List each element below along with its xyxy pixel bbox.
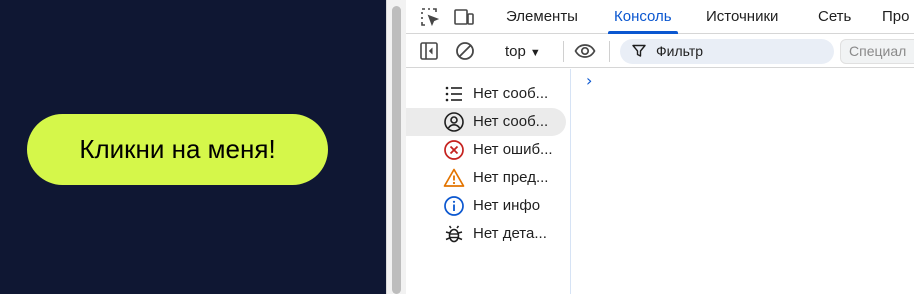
log-levels-dropdown[interactable]: Специал xyxy=(840,39,914,64)
toolbar-divider xyxy=(563,41,564,62)
user-icon xyxy=(444,112,464,132)
filter-icon xyxy=(632,44,646,57)
sidebar-item-info[interactable]: Нет инфо xyxy=(406,192,566,220)
filter-input[interactable]: Фильтр xyxy=(620,39,834,64)
filter-placeholder: Фильтр xyxy=(656,43,704,59)
sidebar-item-user-messages[interactable]: Нет сооб... xyxy=(406,108,566,136)
device-toolbar-icon[interactable] xyxy=(453,6,475,28)
context-label: top xyxy=(505,43,526,60)
sidebar-item-errors[interactable]: Нет ошиб... xyxy=(406,136,566,164)
devtools-tabbar: Элементы Консоль Источники Сеть Про xyxy=(406,0,914,34)
eye-icon[interactable] xyxy=(574,40,596,62)
sidebar-item-label: Нет сооб... xyxy=(473,113,549,130)
context-selector[interactable]: top ▼ xyxy=(505,35,541,68)
sidebar-item-label: Нет пред... xyxy=(473,169,549,186)
console-sidebar: Нет сооб... Нет сооб... Нет ошиб... Нет … xyxy=(406,69,571,294)
web-page: Кликни на меня! xyxy=(0,0,386,294)
console-toolbar: top ▼ Фильтр Специал xyxy=(406,35,914,68)
devtools-panel: Элементы Консоль Источники Сеть Про top … xyxy=(406,0,914,294)
tab-console[interactable]: Консоль xyxy=(608,0,678,34)
sidebar-item-label: Нет сооб... xyxy=(473,85,549,102)
list-icon xyxy=(445,86,462,102)
screen: Кликни на меня! Элементы Консоль Источни… xyxy=(0,0,914,294)
panel-resizer[interactable] xyxy=(386,0,406,294)
info-icon xyxy=(444,196,464,216)
sidebar-item-verbose[interactable]: Нет дета... xyxy=(406,220,566,248)
resizer-grip[interactable] xyxy=(392,6,401,294)
console-prompt[interactable]: › xyxy=(586,71,592,90)
tab-network[interactable]: Сеть xyxy=(818,0,851,34)
sidebar-item-label: Нет дета... xyxy=(473,225,547,242)
click-me-button[interactable]: Кликни на меня! xyxy=(27,114,328,185)
warning-icon xyxy=(443,168,465,187)
sidebar-item-label: Нет инфо xyxy=(473,197,541,214)
toolbar-divider xyxy=(609,41,610,62)
clear-console-icon[interactable] xyxy=(454,40,476,62)
tab-performance[interactable]: Про xyxy=(882,0,909,34)
sidebar-item-messages[interactable]: Нет сооб... xyxy=(406,80,566,108)
inspect-element-icon[interactable] xyxy=(419,6,441,28)
bug-icon xyxy=(445,225,463,243)
error-icon xyxy=(444,140,464,160)
chevron-down-icon: ▼ xyxy=(529,47,541,59)
tab-elements[interactable]: Элементы xyxy=(506,0,578,34)
sidebar-item-label: Нет ошиб... xyxy=(473,141,553,158)
sidebar-item-warnings[interactable]: Нет пред... xyxy=(406,164,566,192)
tab-sources[interactable]: Источники xyxy=(706,0,778,34)
console-output[interactable]: › xyxy=(572,69,914,294)
sidebar-toggle-icon[interactable] xyxy=(418,40,440,62)
